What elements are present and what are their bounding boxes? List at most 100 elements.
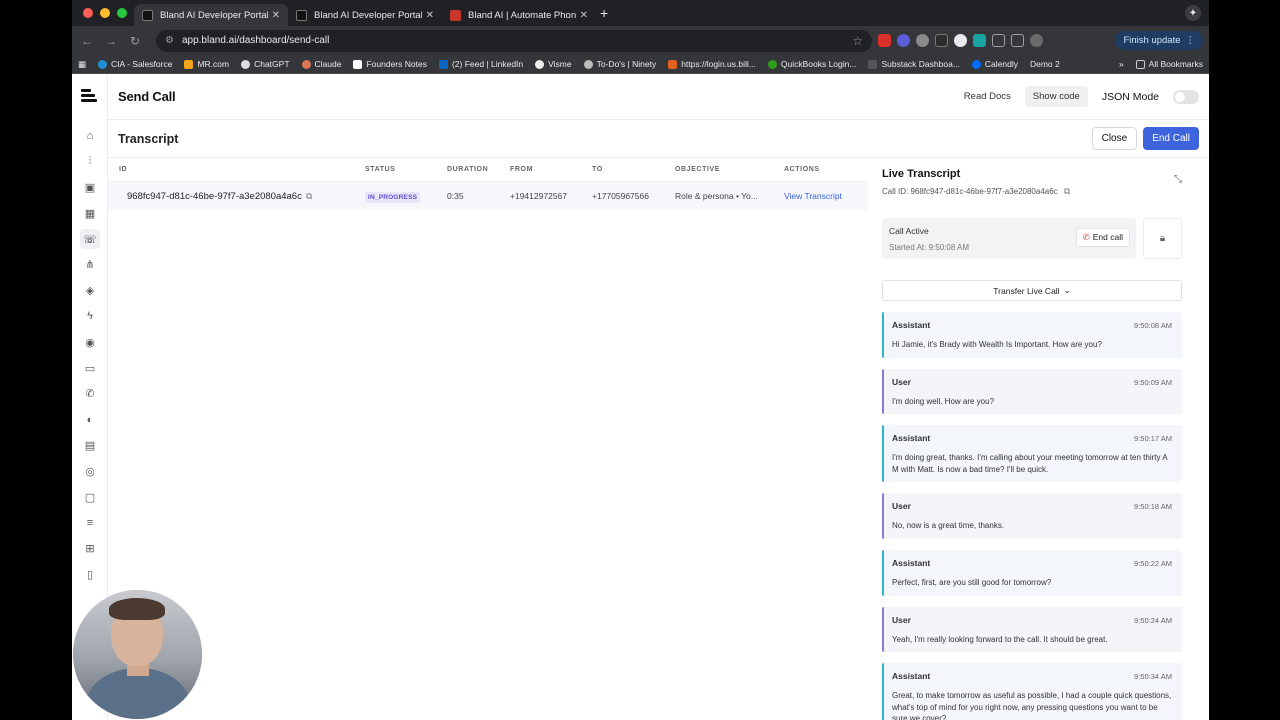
transfer-live-call-dropdown[interactable]: Transfer Live Call ⌄ bbox=[882, 280, 1182, 301]
profile-avatar-icon[interactable] bbox=[1030, 34, 1043, 47]
browser-tab-3[interactable]: Bland AI | Automate Phone Ca ✕ bbox=[442, 4, 596, 26]
bookmark-item[interactable]: Calendly bbox=[971, 59, 1018, 69]
sidebar-phone-numbers-icon[interactable]: ✆ bbox=[72, 381, 108, 407]
sidebar-batches-icon[interactable]: ≡ bbox=[72, 510, 108, 536]
sidebar-tools-icon[interactable]: ϟ bbox=[72, 304, 108, 330]
bookmark-item[interactable]: Demo 2 bbox=[1030, 59, 1060, 69]
transcript-message-assistant: Assistant 9:50:34 AM Great, to make tomo… bbox=[882, 663, 1182, 720]
call-active-card: Call Active Started At: 9:50:08 AM ✆ End … bbox=[882, 218, 1136, 259]
sidebar-voices-icon[interactable]: ◉ bbox=[72, 329, 108, 355]
bland-favicon-icon bbox=[142, 9, 153, 21]
apps-grid-icon[interactable]: ▦ bbox=[78, 59, 86, 70]
all-bookmarks-folder[interactable]: All Bookmarks bbox=[1135, 59, 1203, 69]
extension-icon[interactable] bbox=[897, 34, 910, 47]
json-mode-toggle[interactable] bbox=[1173, 89, 1199, 104]
address-bar[interactable]: ⚙ app.bland.ai/dashboard/send-call ☆ bbox=[156, 29, 872, 52]
new-tab-icon[interactable]: + bbox=[600, 5, 608, 21]
column-header-duration: DURATION bbox=[447, 166, 489, 173]
call-id-label: Call ID: 968fc947-d81c-46be-97f7-a3e2080… bbox=[882, 186, 1071, 196]
close-tab-icon[interactable]: ✕ bbox=[580, 10, 588, 21]
copy-icon[interactable]: ⧉ bbox=[306, 191, 312, 201]
browser-window: Bland AI Developer Portal ✕ Bland AI Dev… bbox=[72, 0, 1209, 720]
calls-table: ID STATUS DURATION FROM TO OBJECTIVE ACT… bbox=[108, 158, 868, 720]
extension-icon[interactable] bbox=[935, 34, 948, 47]
salesforce-icon bbox=[98, 59, 108, 69]
close-tab-icon[interactable]: ✕ bbox=[426, 10, 434, 21]
sidebar-send-call-icon[interactable]: ☏ bbox=[72, 226, 108, 252]
site-settings-icon[interactable]: ⚙ bbox=[165, 35, 174, 46]
bland-logo-icon[interactable] bbox=[81, 89, 97, 107]
page-title: Send Call bbox=[118, 89, 176, 104]
sidebar-home-icon[interactable]: ⌂ bbox=[72, 123, 108, 149]
end-call-small-button[interactable]: ✆ End call bbox=[1075, 228, 1130, 247]
chevron-down-icon: ⌄ bbox=[1063, 285, 1071, 295]
bookmark-item[interactable]: Visme bbox=[535, 59, 572, 69]
sidebar-table-icon[interactable]: ▦ bbox=[72, 200, 108, 226]
bookmark-item[interactable]: To-Do's | Ninety bbox=[583, 59, 656, 69]
app-root: ⌂ ⫶ ▣ ▦ ☏ ⋔ ◈ ϟ ◉ ▭ ✆ ◐ ▤ ◎ ▢ ≡ ⊞ ▯ Send bbox=[72, 74, 1209, 720]
sidebar-web-icon[interactable]: ◎ bbox=[72, 458, 108, 484]
extension-icon[interactable] bbox=[878, 34, 891, 47]
bookmark-item[interactable]: Claude bbox=[301, 59, 341, 69]
bookmark-item[interactable]: (2) Feed | LinkedIn bbox=[438, 59, 523, 69]
sidebar-pathways-icon[interactable]: ⋔ bbox=[72, 252, 108, 278]
json-mode-label: JSON Mode bbox=[1101, 90, 1159, 103]
view-transcript-link[interactable]: View Transcript bbox=[784, 191, 864, 201]
column-header-objective: OBJECTIVE bbox=[675, 166, 721, 173]
column-header-actions: ACTIONS bbox=[784, 166, 820, 173]
close-tab-icon[interactable]: ✕ bbox=[272, 10, 280, 21]
bookmark-item[interactable]: CIA - Salesforce bbox=[98, 59, 172, 69]
sidebar-knowledge-icon[interactable]: ◈ bbox=[72, 278, 108, 304]
transcript-message-assistant: Assistant 9:50:17 AM I'm doing great, th… bbox=[882, 425, 1182, 483]
live-transcript-panel: Live Transcript Call ID: 968fc947-d81c-4… bbox=[882, 158, 1182, 720]
bookmark-item[interactable]: Substack Dashboa... bbox=[868, 59, 960, 69]
browser-tab-1[interactable]: Bland AI Developer Portal ✕ bbox=[134, 4, 288, 26]
extensions-puzzle-icon[interactable] bbox=[992, 34, 1005, 47]
forward-icon[interactable]: → bbox=[102, 34, 120, 48]
end-call-button[interactable]: End Call bbox=[1143, 127, 1199, 150]
sidebar-integrations-icon[interactable]: ⊞ bbox=[72, 536, 108, 562]
extension-icon[interactable] bbox=[973, 34, 986, 47]
column-header-from: FROM bbox=[510, 166, 534, 173]
sidebar-analytics-icon[interactable]: ⫶ bbox=[72, 149, 108, 175]
bland-site-favicon-icon bbox=[450, 9, 461, 21]
sidebar-documents-icon[interactable]: ▤ bbox=[72, 433, 108, 459]
back-icon[interactable]: ← bbox=[78, 34, 96, 48]
bookmark-item[interactable]: MR.com bbox=[184, 59, 229, 69]
maximize-window-button[interactable] bbox=[117, 8, 127, 18]
minimize-window-button[interactable] bbox=[100, 8, 110, 18]
collapse-icon[interactable]: ⤡ bbox=[1174, 174, 1182, 185]
table-row[interactable]: 968fc947-d81c-46be-97f7-a3e2080a4a6c ⧉ IN… bbox=[108, 182, 868, 210]
sidebar-contacts-icon[interactable]: ▣ bbox=[72, 175, 108, 201]
browser-tab-2[interactable]: Bland AI Developer Portal ✕ bbox=[288, 4, 442, 26]
bookmark-item[interactable]: ChatGPT bbox=[241, 59, 290, 69]
from-cell: +19412972567 bbox=[510, 191, 567, 201]
bookmarks-bar: ▦ CIA - Salesforce MR.com ChatGPT Claude… bbox=[72, 55, 1209, 74]
sidebar-inbound-icon[interactable]: ◐ bbox=[72, 407, 108, 433]
bookmark-star-icon[interactable]: ☆ bbox=[852, 34, 863, 48]
transcript-header: Transcript Close End Call bbox=[108, 120, 1209, 158]
to-cell: +17705967566 bbox=[592, 191, 649, 201]
sidebar-messages-icon[interactable]: ▢ bbox=[72, 484, 108, 510]
copy-icon[interactable]: ⧉ bbox=[1064, 186, 1070, 196]
finish-update-button[interactable]: Finish update ⋮ bbox=[1115, 31, 1203, 50]
lock-button[interactable]: 🔒︎ bbox=[1143, 218, 1182, 259]
phone-hangup-icon: ✆ bbox=[1082, 232, 1090, 242]
quickbooks-icon bbox=[767, 59, 777, 69]
sidebar-billing-icon[interactable]: ▭ bbox=[72, 355, 108, 381]
bookmark-item[interactable]: https://login.us.bill... bbox=[668, 59, 756, 69]
chatgpt-icon bbox=[241, 59, 251, 69]
extension-icon[interactable] bbox=[954, 34, 967, 47]
close-button[interactable]: Close bbox=[1091, 127, 1138, 150]
bookmark-item[interactable]: Founders Notes bbox=[353, 59, 427, 69]
tab-search-icon[interactable]: ✦ bbox=[1185, 5, 1201, 21]
show-code-button[interactable]: Show code bbox=[1024, 86, 1088, 107]
close-window-button[interactable] bbox=[83, 8, 93, 18]
bookmark-item[interactable]: QuickBooks Login... bbox=[767, 59, 856, 69]
read-docs-link[interactable]: Read Docs bbox=[960, 88, 1015, 105]
extension-icon[interactable] bbox=[916, 34, 929, 47]
reload-icon[interactable]: ↻ bbox=[126, 34, 144, 48]
chevron-right-icon[interactable]: » bbox=[1119, 59, 1124, 69]
sidebar-docs-book-icon[interactable]: ▯ bbox=[72, 562, 108, 588]
sidepanel-icon[interactable] bbox=[1011, 34, 1024, 47]
